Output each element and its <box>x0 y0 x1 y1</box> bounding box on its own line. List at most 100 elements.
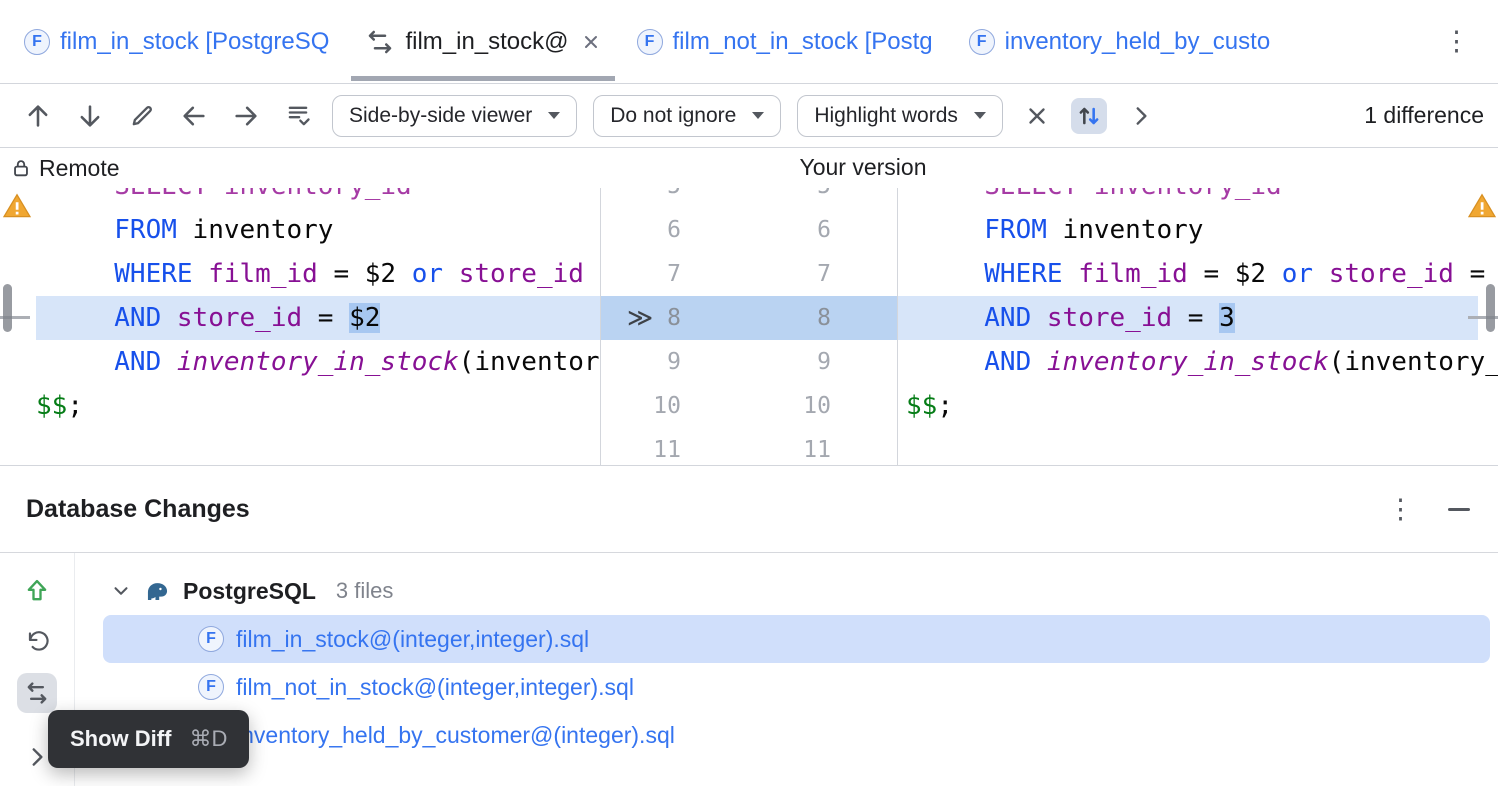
editor-tab-bar: Ffilm_in_stock [PostgreSQ film_in_stock@ F… <box>0 0 1498 84</box>
left-pane-title: Remote <box>10 148 120 188</box>
whitespace-policy-select[interactable]: Do not ignore <box>593 94 782 137</box>
warning-icon[interactable] <box>2 191 32 226</box>
gutter-row: 66 <box>601 208 897 252</box>
rollback-button[interactable] <box>19 623 55 659</box>
code-line[interactable]: FROM inventory <box>36 208 600 252</box>
left-pane-title-label: Remote <box>39 154 120 181</box>
right-line-number: 11 <box>803 437 831 463</box>
viewer-mode-value: Side-by-side viewer <box>349 103 533 127</box>
close-icon[interactable] <box>581 32 601 52</box>
right-line-number: 8 <box>817 305 831 331</box>
gutter-row: ≫ 8 8 <box>601 296 897 340</box>
previous-difference-button[interactable] <box>20 98 56 134</box>
edit-button[interactable] <box>124 98 160 134</box>
tab-label: inventory_held_by_custo <box>1004 27 1271 55</box>
highlight-policy-select[interactable]: Highlight words <box>797 94 1003 137</box>
difference-count: 1 difference <box>1364 102 1484 128</box>
scrollbar-thumb[interactable] <box>1486 284 1495 332</box>
changed-file-row[interactable]: Ffilm_not_in_stock@(integer,integer).sql <box>75 663 1498 711</box>
gutter-row: 10 10 <box>601 384 897 428</box>
highlight-policy-value: Highlight words <box>814 103 958 127</box>
function-icon: F <box>24 28 50 55</box>
tab-options-kebab-icon[interactable]: ⋮ <box>1443 28 1470 55</box>
changed-file-row[interactable]: Finventory_held_by_customer@(integer).sq… <box>75 711 1498 759</box>
code-line[interactable] <box>36 428 600 465</box>
code-line[interactable]: AND store_id = 3 <box>898 296 1478 340</box>
forward-button[interactable] <box>228 98 264 134</box>
changes-group-row[interactable]: PostgreSQL 3 files <box>75 567 1498 615</box>
tooltip-shortcut: ⌘D <box>189 726 228 751</box>
panel-title: Database Changes <box>26 494 250 523</box>
code-line[interactable]: $$; <box>898 384 1478 428</box>
code-line[interactable]: WHERE film_id = $2 or store_id <box>36 252 600 296</box>
diff-toolbar: Side-by-side viewer Do not ignore Highli… <box>0 84 1498 148</box>
right-line-number: 9 <box>817 349 831 375</box>
code-line[interactable]: FROM inventory <box>898 208 1478 252</box>
code-line[interactable]: AND inventory_in_stock(inventory_ <box>898 340 1498 384</box>
next-difference-button[interactable] <box>72 98 108 134</box>
tab-label: film_in_stock@ <box>405 27 569 55</box>
editor-tab[interactable]: Ffilm_in_stock [PostgreSQ <box>6 0 347 83</box>
code-line[interactable] <box>898 428 1478 465</box>
editor-tab[interactable]: Ffilm_not_in_stock [Postg <box>619 0 951 83</box>
more-options-chevron-icon[interactable] <box>1123 98 1159 134</box>
function-icon: F <box>198 674 224 700</box>
right-line-number: 6 <box>817 217 831 243</box>
file-name: film_not_in_stock@(integer,integer).sql <box>236 673 634 700</box>
changed-file-row[interactable]: Ffilm_in_stock@(integer,integer).sql <box>103 615 1490 663</box>
diff-gutter: 556677≫889910101111 <box>600 188 898 465</box>
function-icon: F <box>636 28 663 55</box>
back-button[interactable] <box>176 98 212 134</box>
diff-icon <box>365 27 395 57</box>
right-pane-title: Your version <box>799 154 927 180</box>
function-icon: F <box>198 626 224 652</box>
gutter-row: 11 11 <box>601 428 897 465</box>
editor-tabs: Ffilm_in_stock [PostgreSQ film_in_stock@ F… <box>0 0 1288 83</box>
commit-push-button[interactable] <box>19 573 55 609</box>
right-line-number: 5 <box>601 188 831 208</box>
file-name: inventory_held_by_customer@(integer).sql <box>236 721 675 748</box>
function-icon: F <box>968 28 995 55</box>
warning-icon[interactable] <box>1467 191 1497 226</box>
chevron-down-icon <box>973 112 986 119</box>
viewer-mode-select[interactable]: Side-by-side viewer <box>332 94 578 137</box>
panel-options-kebab-icon[interactable]: ⋮ <box>1387 495 1414 523</box>
editor-tab[interactable]: Finventory_held_by_custo <box>951 0 1289 83</box>
gutter-row: 55 <box>601 188 897 208</box>
diff-viewer: SELECT inventory_id FROM inventory WHERE… <box>0 188 1498 466</box>
code-line[interactable]: $$; <box>36 384 600 428</box>
file-name: film_in_stock@(integer,integer).sql <box>236 625 590 652</box>
editor-tab[interactable]: film_in_stock@ <box>347 0 618 83</box>
code-line[interactable]: AND store_id = $2 <box>36 296 600 340</box>
scrollbar-thumb[interactable] <box>3 284 12 332</box>
sync-scrolling-toggle[interactable] <box>1070 97 1107 134</box>
lock-icon <box>10 157 32 179</box>
code-line[interactable]: WHERE film_id = $2 or store_id = <box>898 252 1485 296</box>
hide-panel-icon[interactable] <box>1448 507 1470 511</box>
tab-label: film_not_in_stock [Postg <box>672 27 933 55</box>
code-line[interactable]: SELECT inventory_id <box>898 188 1478 208</box>
chevron-down-icon[interactable] <box>110 580 132 602</box>
whitespace-policy-value: Do not ignore <box>610 103 737 127</box>
postgresql-icon <box>144 578 171 605</box>
collapse-unchanged-icon[interactable] <box>1019 98 1055 134</box>
code-line[interactable]: SELECT inventory_id <box>36 188 600 208</box>
show-diff-tooltip: Show Diff ⌘D <box>48 710 250 768</box>
right-line-number: 7 <box>817 261 831 287</box>
diff-right-pane[interactable]: SELECT inventory_id FROM inventory WHERE… <box>898 188 1498 465</box>
compare-contents-icon[interactable] <box>280 98 316 134</box>
chevron-down-icon <box>548 112 561 119</box>
database-changes-header: Database Changes ⋮ <box>0 466 1498 553</box>
diff-window: Ffilm_in_stock [PostgreSQ film_in_stock@ F… <box>0 0 1498 786</box>
tooltip-label: Show Diff <box>70 726 172 751</box>
gutter-row: 77 <box>601 252 897 296</box>
tab-label: film_in_stock [PostgreSQ <box>60 27 330 55</box>
diff-left-pane[interactable]: SELECT inventory_id FROM inventory WHERE… <box>0 188 600 465</box>
code-line[interactable]: AND inventory_in_stock(inventor <box>36 340 600 384</box>
gutter-row: 99 <box>601 340 897 384</box>
show-diff-button[interactable] <box>17 673 57 713</box>
right-line-number: 10 <box>803 393 831 419</box>
chevron-down-icon <box>752 112 765 119</box>
changes-tree: PostgreSQL 3 files Ffilm_in_stock@(integer… <box>75 553 1498 786</box>
group-file-count: 3 files <box>335 578 394 603</box>
